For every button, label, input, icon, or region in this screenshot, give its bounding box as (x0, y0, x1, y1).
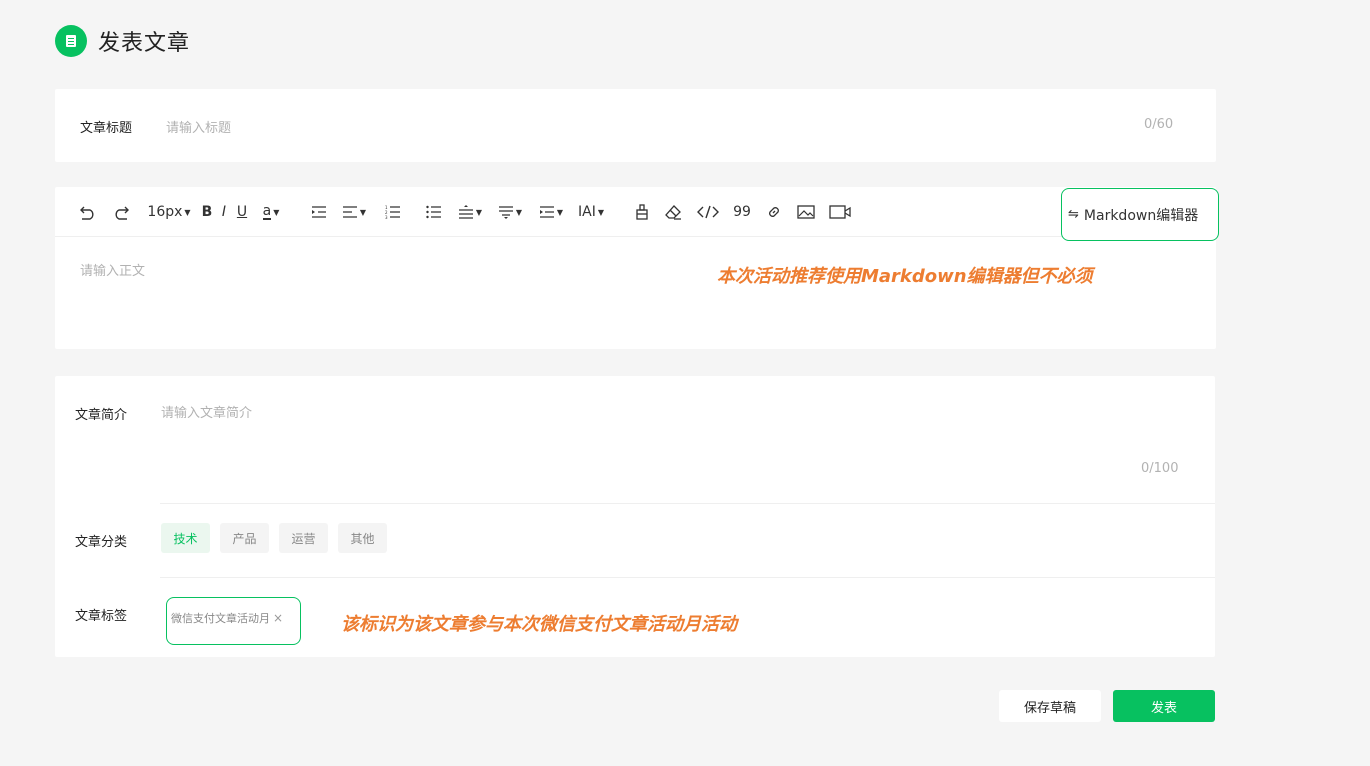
font-family-value: IAI (578, 204, 596, 220)
summary-label: 文章简介 (75, 408, 128, 423)
tag-item: 微信支付文章活动月 × (171, 610, 283, 626)
svg-text:3: 3 (385, 215, 388, 219)
markdown-editor-button[interactable]: ⇋ Markdown编辑器 (1061, 188, 1219, 241)
category-label: 文章分类 (75, 535, 128, 550)
save-draft-button[interactable]: 保存草稿 (999, 690, 1101, 722)
summary-counter: 0/100 (1141, 461, 1179, 476)
page-header: 发表文章 (55, 24, 190, 58)
publish-button[interactable]: 发表 (1113, 690, 1215, 722)
bullet-list-icon[interactable] (423, 201, 445, 223)
editor-annotation: 本次活动推荐使用Markdown编辑器但不必须 (717, 266, 1093, 287)
image-icon[interactable] (795, 201, 817, 223)
editor-card: 16px ▼ B I U a ▼ ▼ 123 ▼ ▼ ▼ IAI ▼ 99 ⇋ … (55, 187, 1219, 349)
chevron-down-icon: ▼ (597, 207, 604, 217)
indent-icon[interactable] (309, 201, 329, 223)
divider (160, 577, 1215, 578)
chevron-down-icon: ▼ (184, 207, 191, 217)
font-color-button[interactable]: a ▼ (259, 201, 283, 223)
eraser-icon[interactable] (662, 201, 684, 223)
title-label: 文章标题 (80, 121, 133, 136)
italic-button[interactable]: I (218, 201, 230, 223)
tag-text: 微信支付文章活动月 (171, 612, 270, 625)
chevron-down-icon: ▼ (273, 207, 280, 217)
title-counter: 0/60 (1144, 117, 1174, 132)
text-indent-icon[interactable]: ▼ (537, 201, 565, 223)
chevron-down-icon: ▼ (556, 207, 564, 217)
paragraph-spacing-icon[interactable]: ▼ (496, 201, 524, 223)
category-option-product[interactable]: 产品 (220, 523, 269, 553)
tag-annotation: 该标识为该文章参与本次微信支付文章活动月活动 (341, 614, 737, 635)
bold-button[interactable]: B (200, 201, 214, 223)
font-size-value: 16px (147, 204, 183, 220)
link-icon[interactable] (764, 201, 784, 223)
category-option-other[interactable]: 其他 (338, 523, 387, 553)
video-icon[interactable] (828, 201, 852, 223)
title-input[interactable]: 请输入标题 (166, 117, 1126, 136)
font-size-select[interactable]: 16px ▼ (146, 201, 192, 223)
font-color-icon: a (262, 203, 272, 220)
redo-icon[interactable] (110, 201, 132, 223)
font-family-select[interactable]: IAI ▼ (576, 201, 606, 223)
close-icon[interactable]: × (273, 611, 283, 625)
editor-toolbar: 16px ▼ B I U a ▼ ▼ 123 ▼ ▼ ▼ IAI ▼ 99 ⇋ … (55, 187, 1219, 241)
underline-button[interactable]: U (235, 201, 249, 223)
quote-button[interactable]: 99 (731, 201, 753, 223)
align-left-icon[interactable]: ▼ (340, 201, 368, 223)
markdown-editor-label: Markdown编辑器 (1083, 207, 1199, 224)
code-icon[interactable] (696, 201, 720, 223)
switch-icon: ⇋ (1068, 207, 1079, 222)
tags-input[interactable]: 微信支付文章活动月 × (166, 597, 301, 645)
chevron-down-icon: ▼ (515, 207, 523, 217)
category-option-operation[interactable]: 运营 (279, 523, 328, 553)
undo-icon[interactable] (77, 201, 99, 223)
line-height-icon[interactable]: ▼ (456, 201, 484, 223)
ordered-list-icon[interactable]: 123 (382, 201, 404, 223)
category-option-tech[interactable]: 技术 (161, 523, 210, 553)
meta-card: 文章简介 请输入文章简介 0/100 文章分类 技术 产品 运营 其他 文章标签… (55, 376, 1215, 657)
tags-label: 文章标签 (75, 609, 128, 624)
format-painter-icon[interactable] (632, 201, 652, 223)
chevron-down-icon: ▼ (359, 207, 367, 217)
body-input[interactable]: 请输入正文 (80, 260, 680, 340)
document-icon (55, 25, 87, 57)
chevron-down-icon: ▼ (475, 207, 483, 217)
summary-input[interactable]: 请输入文章简介 (161, 402, 1161, 462)
title-card: 文章标题 请输入标题 0/60 (55, 89, 1216, 162)
page-title: 发表文章 (98, 31, 191, 56)
divider (160, 503, 1215, 504)
